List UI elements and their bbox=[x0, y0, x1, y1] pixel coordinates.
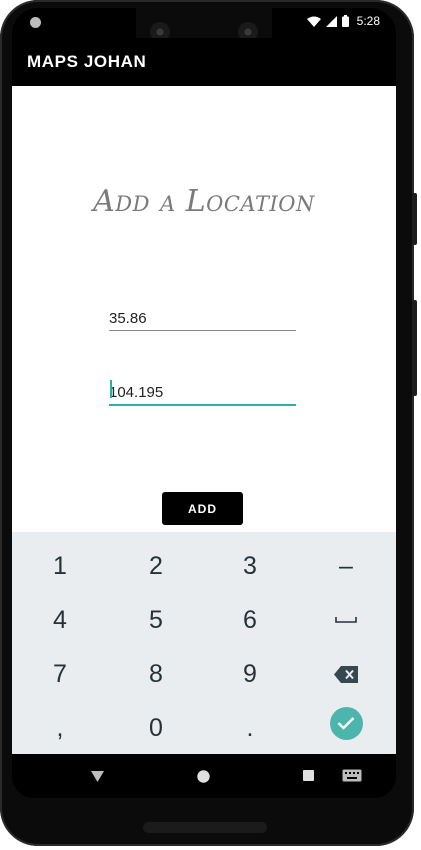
keyboard-switch-icon bbox=[342, 769, 362, 781]
key-5-label: 5 bbox=[149, 605, 163, 634]
recents-square-icon bbox=[303, 770, 314, 781]
back-triangle-icon bbox=[90, 770, 104, 782]
key-period[interactable]: . bbox=[202, 701, 298, 755]
keyboard-switch-button[interactable] bbox=[341, 768, 363, 782]
key-7-label: 7 bbox=[53, 659, 67, 688]
key-7[interactable]: 7 bbox=[12, 647, 108, 701]
screen: 5:28 MAPS JOHAN Add a Location 35.86 104… bbox=[12, 8, 396, 798]
app-bar: MAPS JOHAN bbox=[12, 38, 396, 86]
key-space[interactable] bbox=[298, 593, 394, 647]
home-circle-icon bbox=[196, 769, 210, 783]
done-button[interactable] bbox=[329, 706, 363, 740]
key-4[interactable]: 4 bbox=[12, 593, 108, 647]
key-minus-label: – bbox=[339, 551, 353, 580]
navigation-bar bbox=[12, 754, 396, 798]
latitude-value: 35.86 bbox=[109, 310, 147, 327]
key-minus[interactable]: – bbox=[298, 539, 394, 593]
numeric-keyboard: 1 2 3 – 4 5 6 7 8 9 , 0 . bbox=[12, 532, 396, 754]
key-comma-label: , bbox=[56, 713, 64, 742]
add-location-form: Add a Location 35.86 104.195 ADD bbox=[12, 86, 396, 532]
battery-icon bbox=[341, 15, 349, 27]
longitude-value-wrapper: 104.195 bbox=[109, 380, 164, 401]
recents-button[interactable] bbox=[302, 769, 315, 782]
key-1[interactable]: 1 bbox=[12, 539, 108, 593]
key-2-label: 2 bbox=[149, 551, 163, 580]
volume-button bbox=[412, 300, 417, 396]
key-8-label: 8 bbox=[149, 659, 163, 688]
home-button[interactable] bbox=[196, 769, 210, 783]
key-6[interactable]: 6 bbox=[202, 593, 298, 647]
checkmark-icon bbox=[337, 717, 355, 730]
app-title: MAPS JOHAN bbox=[27, 52, 147, 71]
backspace-icon bbox=[334, 665, 358, 683]
key-5[interactable]: 5 bbox=[108, 593, 204, 647]
key-6-label: 6 bbox=[243, 605, 257, 634]
key-2[interactable]: 2 bbox=[108, 539, 204, 593]
page-title: Add a Location bbox=[93, 184, 315, 219]
key-1-label: 1 bbox=[53, 551, 67, 580]
notification-dot-icon bbox=[30, 17, 41, 28]
bottom-speaker bbox=[143, 822, 267, 833]
wifi-icon bbox=[306, 16, 321, 27]
key-3-label: 3 bbox=[243, 551, 257, 580]
key-period-label: . bbox=[246, 713, 254, 742]
key-0-label: 0 bbox=[149, 713, 163, 742]
back-button[interactable] bbox=[90, 769, 104, 783]
key-4-label: 4 bbox=[53, 605, 67, 634]
key-3[interactable]: 3 bbox=[202, 539, 298, 593]
status-time: 5:28 bbox=[356, 14, 380, 28]
latitude-field[interactable]: 35.86 bbox=[109, 304, 296, 331]
key-9-label: 9 bbox=[243, 659, 257, 688]
text-cursor bbox=[110, 380, 112, 398]
power-button bbox=[412, 193, 417, 245]
key-0[interactable]: 0 bbox=[108, 701, 204, 755]
key-comma[interactable]: , bbox=[12, 701, 108, 755]
add-button[interactable]: ADD bbox=[162, 492, 243, 525]
key-done[interactable] bbox=[298, 696, 394, 750]
longitude-value: 104.195 bbox=[109, 384, 164, 401]
cell-signal-icon bbox=[325, 15, 337, 27]
key-9[interactable]: 9 bbox=[202, 647, 298, 701]
key-backspace[interactable] bbox=[298, 647, 394, 701]
status-icons: 5:28 bbox=[306, 14, 380, 28]
longitude-field[interactable]: 104.195 bbox=[109, 378, 296, 406]
key-8[interactable]: 8 bbox=[108, 647, 204, 701]
space-bar-icon bbox=[335, 617, 357, 623]
